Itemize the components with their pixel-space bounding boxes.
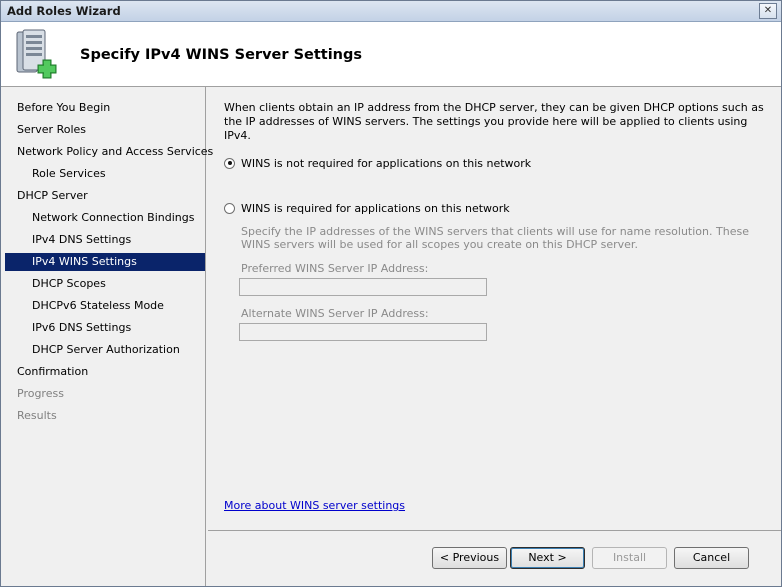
wins-required-option[interactable]: WINS is required for applications on thi…: [224, 200, 510, 216]
page-description: When clients obtain an IP address from t…: [224, 101, 764, 142]
server-add-icon: [16, 29, 57, 79]
preferred-wins-label: Preferred WINS Server IP Address:: [241, 262, 429, 275]
alternate-wins-ip-field[interactable]: [239, 323, 487, 341]
next-button[interactable]: Next >: [510, 547, 585, 569]
nav-item-dhcpv6-stateless-mode[interactable]: DHCPv6 Stateless Mode: [5, 297, 205, 315]
more-about-wins-link[interactable]: More about WINS server settings: [224, 499, 405, 512]
previous-button[interactable]: < Previous: [432, 547, 507, 569]
alternate-wins-label: Alternate WINS Server IP Address:: [241, 307, 429, 320]
wins-not-required-label[interactable]: WINS is not required for applications on…: [241, 157, 531, 170]
nav-item-progress: Progress: [17, 387, 64, 400]
nav-item-results: Results: [17, 409, 57, 422]
page-title: Specify IPv4 WINS Server Settings: [80, 47, 363, 63]
nav-item-ipv4-dns-settings[interactable]: IPv4 DNS Settings: [5, 231, 205, 249]
nav-item-role-services[interactable]: Role Services: [5, 165, 205, 183]
wins-required-description: Specify the IP addresses of the WINS ser…: [241, 225, 749, 251]
nav-item-server-roles[interactable]: Server Roles: [5, 121, 205, 139]
window-title: Add Roles Wizard: [7, 4, 121, 18]
cancel-button[interactable]: Cancel: [674, 547, 749, 569]
install-button: Install: [592, 547, 667, 569]
wins-required-label[interactable]: WINS is required for applications on thi…: [241, 202, 510, 215]
nav-item-network-policy[interactable]: Network Policy and Access Services: [5, 143, 213, 161]
preferred-wins-ip-field[interactable]: [239, 278, 487, 296]
content-pane: When clients obtain an IP address from t…: [208, 87, 781, 530]
wizard-window: Add Roles Wizard ✕ Specify IPv4 WINS Ser…: [0, 0, 782, 587]
wizard-nav: Before You Begin Server Roles Network Po…: [1, 87, 213, 586]
close-button[interactable]: ✕: [759, 3, 777, 19]
wins-not-required-radio[interactable]: [224, 157, 235, 169]
nav-item-ipv4-wins-settings[interactable]: IPv4 WINS Settings: [5, 253, 205, 271]
title-bar: Add Roles Wizard ✕: [1, 1, 781, 22]
nav-item-before-you-begin[interactable]: Before You Begin: [5, 99, 205, 117]
nav-item-dhcp-scopes[interactable]: DHCP Scopes: [5, 275, 205, 293]
nav-item-ipv6-dns-settings[interactable]: IPv6 DNS Settings: [5, 319, 205, 337]
nav-item-confirmation[interactable]: Confirmation: [5, 363, 205, 381]
wizard-footer: < Previous Next > Install Cancel: [208, 530, 781, 587]
nav-item-dhcp-server-authorization[interactable]: DHCP Server Authorization: [5, 341, 205, 359]
wins-required-radio[interactable]: [224, 202, 235, 214]
nav-item-dhcp-server[interactable]: DHCP Server: [5, 187, 205, 205]
nav-item-network-connection-bindings[interactable]: Network Connection Bindings: [5, 209, 205, 227]
wins-not-required-option[interactable]: WINS is not required for applications on…: [224, 155, 531, 171]
wizard-header: Specify IPv4 WINS Server Settings: [1, 22, 781, 87]
